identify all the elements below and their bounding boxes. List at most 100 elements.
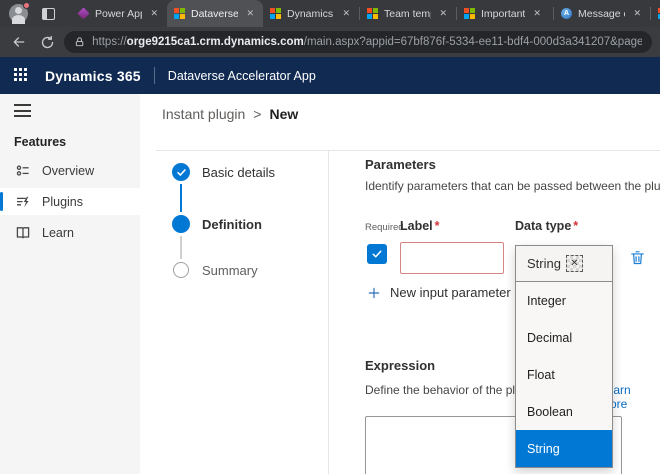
sidebar: Features Overview Plugins Learn — [0, 94, 140, 474]
step-complete-check-icon[interactable] — [172, 163, 190, 181]
app-header: Dynamics 365 Dataverse Accelerator App — [0, 57, 660, 94]
browser-tab-power-apps[interactable]: Power App — [71, 0, 167, 27]
datatype-dropdown: String Integer Decimal Float Boolean Str… — [515, 245, 613, 468]
microsoft-icon — [464, 8, 475, 19]
browser-tab-dataverse[interactable]: Dataverse — [167, 0, 263, 27]
refresh-icon — [41, 35, 53, 48]
message-app-icon — [561, 8, 572, 19]
tabs: Power App Dataverse Dynamics 3 Team temp — [71, 0, 660, 27]
close-icon[interactable] — [148, 7, 160, 20]
hamburger-menu-icon[interactable] — [14, 104, 31, 117]
delete-parameter-button[interactable] — [629, 249, 646, 266]
breadcrumb: Instant plugin > New — [162, 106, 298, 122]
tab-label: Important — [481, 7, 526, 20]
datatype-option-integer[interactable]: Integer — [516, 282, 612, 319]
label-input[interactable] — [400, 242, 504, 274]
breadcrumb-parent[interactable]: Instant plugin — [162, 106, 245, 122]
datatype-field-label: Data type * — [515, 219, 579, 233]
back-button[interactable] — [8, 31, 30, 53]
close-icon[interactable] — [531, 7, 543, 20]
tab-label: Power App — [95, 7, 143, 20]
required-asterisk: * — [434, 219, 440, 233]
header-rule — [156, 150, 660, 151]
tab-label: Dynamics 3 — [287, 7, 334, 20]
sidebar-item-overview[interactable]: Overview — [0, 157, 140, 184]
side-panel-icon[interactable] — [42, 7, 55, 20]
close-icon[interactable] — [244, 7, 256, 20]
app-name[interactable]: Dataverse Accelerator App — [168, 69, 316, 83]
check-icon — [372, 250, 382, 258]
close-icon[interactable] — [340, 7, 352, 20]
header-divider — [153, 67, 155, 84]
tab-label: Dataverse — [191, 7, 239, 20]
datatype-option-float[interactable]: Float — [516, 356, 612, 393]
screen: Power App Dataverse Dynamics 3 Team temp — [0, 0, 660, 474]
waffle-icon[interactable] — [14, 68, 29, 83]
step-current-dot[interactable] — [172, 215, 190, 233]
column-divider — [328, 151, 329, 474]
browser-tab-team-templates[interactable]: Team temp — [360, 0, 456, 27]
sidebar-item-plugins[interactable]: Plugins — [0, 188, 140, 215]
datatype-selected-value: String — [527, 256, 561, 271]
address-bar[interactable]: https://orge9215ca1.crm.dynamics.com/mai… — [64, 31, 652, 53]
trash-icon — [631, 251, 644, 265]
close-icon[interactable] — [631, 7, 643, 20]
datatype-option-decimal[interactable]: Decimal — [516, 319, 612, 356]
url-text: https://orge9215ca1.crm.dynamics.com/mai… — [92, 36, 642, 48]
plus-icon — [368, 287, 380, 298]
breadcrumb-current: New — [269, 106, 299, 122]
broken-image-icon — [565, 255, 583, 272]
microsoft-icon — [174, 8, 185, 19]
back-arrow-icon — [13, 37, 25, 47]
label-field-label: Label * — [400, 219, 440, 233]
datatype-option-string[interactable]: String — [516, 430, 612, 467]
power-apps-icon — [77, 7, 90, 20]
step-upcoming-circle[interactable] — [173, 262, 189, 278]
step-connector — [180, 236, 182, 259]
tab-label: Message c — [578, 7, 626, 20]
wizard-step-summary[interactable]: Summary — [202, 263, 258, 278]
browser-toolbar: https://orge9215ca1.crm.dynamics.com/mai… — [0, 27, 660, 57]
new-input-parameter-label: New input parameter — [390, 285, 511, 300]
new-input-parameter-button[interactable]: New input parameter — [367, 285, 511, 300]
notification-dot — [23, 2, 30, 9]
browser-tab-dynamics[interactable]: Dynamics 3 — [263, 0, 359, 27]
microsoft-icon — [270, 8, 281, 19]
book-icon — [16, 226, 30, 238]
parameters-description: Identify parameters that can be passed b… — [365, 179, 660, 193]
avatar-body — [12, 15, 25, 24]
url-scheme: https:// — [92, 36, 127, 48]
sidebar-item-label: Plugins — [42, 194, 83, 209]
sidebar-item-learn[interactable]: Learn — [0, 219, 140, 246]
brand-title: Dynamics 365 — [45, 67, 141, 84]
microsoft-icon — [367, 8, 378, 19]
sidebar-section-title: Features — [14, 135, 67, 149]
browser-tab-strip: Power App Dataverse Dynamics 3 Team temp — [0, 0, 660, 27]
wizard-step-basic-details[interactable]: Basic details — [202, 165, 275, 180]
browser-tab-message[interactable]: Message c — [554, 0, 650, 27]
sidebar-item-label: Overview — [42, 163, 95, 178]
step-connector — [180, 184, 182, 212]
browser-tab-important[interactable]: Important — [457, 0, 553, 27]
required-column-label: Required — [365, 222, 404, 233]
refresh-button[interactable] — [36, 31, 58, 53]
close-icon[interactable] — [437, 7, 449, 20]
avatar-head — [15, 7, 22, 14]
url-domain: orge9215ca1.crm.dynamics.com — [126, 36, 304, 48]
datatype-select[interactable]: String — [516, 246, 612, 282]
browser-tab-partial[interactable] — [651, 0, 660, 27]
tab-label: Team temp — [384, 7, 432, 20]
datatype-option-boolean[interactable]: Boolean — [516, 393, 612, 430]
wizard-step-definition[interactable]: Definition — [202, 217, 262, 232]
expression-title: Expression — [365, 358, 436, 373]
parameters-title: Parameters — [365, 157, 436, 172]
sidebar-item-label: Learn — [42, 225, 74, 240]
required-checkbox[interactable] — [367, 244, 387, 264]
overview-icon — [16, 165, 29, 176]
plugins-icon — [17, 196, 29, 207]
expression-description: Define the behavior of the plugin — [365, 383, 538, 397]
browser-profile-avatar[interactable] — [9, 2, 30, 24]
chevron-separator: > — [253, 106, 262, 122]
required-asterisk: * — [573, 219, 579, 233]
lock-icon — [75, 37, 84, 47]
